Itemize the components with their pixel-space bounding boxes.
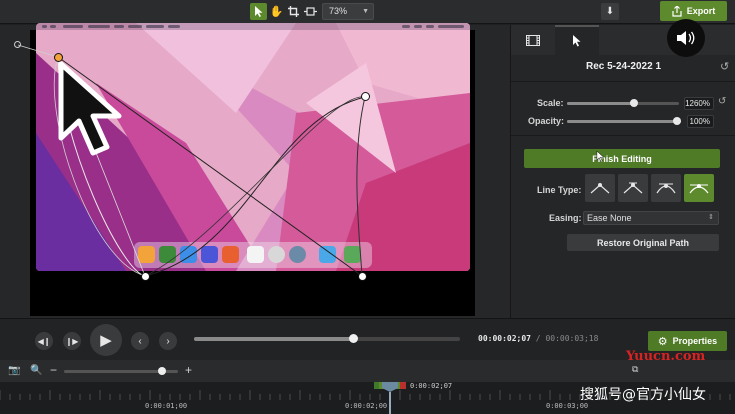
tab-visual-properties[interactable]: [511, 25, 555, 55]
step-back-icon[interactable]: ‹: [131, 332, 149, 350]
play-button[interactable]: ▶: [90, 324, 122, 356]
properties-button[interactable]: ⚙ Properties: [648, 331, 727, 351]
easing-dropdown[interactable]: Ease None ⇕: [583, 211, 719, 225]
line-straight-icon: [590, 183, 610, 194]
path-point-handle[interactable]: [361, 92, 370, 101]
range-start-handle[interactable]: [374, 382, 379, 389]
scale-value-field[interactable]: 1260%: [684, 97, 714, 110]
zoom-magnifier-icon[interactable]: 🔍: [30, 365, 42, 376]
film-icon: [526, 34, 540, 46]
scale-reset-icon[interactable]: ↺: [718, 96, 726, 107]
timeline-zoom-slider[interactable]: [64, 367, 178, 375]
properties-panel: Rec 5-24-2022 1 ↺ Scale: 1260% ↺ Opacity…: [510, 25, 735, 318]
line-curve-icon: [656, 183, 676, 194]
opacity-label: Opacity:: [528, 116, 565, 126]
playhead-time: 0:00:02;07: [410, 382, 453, 390]
timeline-toolbar: 📷 🔍 − + ⧉: [0, 360, 735, 382]
line-angle-icon: [623, 182, 643, 194]
watermark-credit: 搜狐号@官方小仙女: [580, 387, 706, 403]
easing-label: Easing:: [549, 213, 582, 223]
path-point-handle[interactable]: [141, 272, 150, 281]
restore-label: Restore Original Path: [596, 237, 690, 248]
step-forward-icon[interactable]: ›: [159, 332, 177, 350]
ruler-label: 0:00:02;00: [345, 402, 388, 410]
playhead-line: [389, 392, 391, 414]
scale-label: Scale:: [537, 98, 564, 108]
line-type-curve-button[interactable]: [651, 174, 681, 202]
playback-bar: ◀❙ ❙▶ ▶ ‹ › 00:00:02;07 / 00:00:03;18 ⚙ …: [0, 318, 735, 360]
line-type-label: Line Type:: [537, 185, 582, 195]
previous-frame-icon[interactable]: ◀❙: [35, 332, 53, 350]
bezier-handle[interactable]: [14, 41, 21, 48]
divider: [511, 81, 735, 82]
reset-icon[interactable]: ↺: [720, 60, 729, 73]
camera-icon[interactable]: 📷: [8, 365, 20, 376]
finish-editing-button[interactable]: Finish Editing: [524, 149, 720, 168]
share-icon: [672, 5, 682, 17]
zoom-in-icon[interactable]: +: [185, 363, 192, 377]
time-current: 00:00:02;07: [478, 334, 531, 343]
timecode-display: 00:00:02;07 / 00:00:03;18: [478, 334, 599, 343]
volume-icon[interactable]: [667, 19, 705, 57]
download-icon[interactable]: ⬇: [601, 3, 619, 20]
restore-original-path-button[interactable]: Restore Original Path: [567, 234, 719, 251]
export-button[interactable]: Export: [660, 1, 727, 21]
divider: [511, 135, 735, 136]
cursor-icon: [596, 151, 605, 162]
range-end-handle[interactable]: [400, 382, 406, 389]
watermark-site: Yuucn.com: [626, 349, 706, 364]
next-frame-icon[interactable]: ❙▶: [63, 332, 81, 350]
export-label: Export: [686, 6, 716, 16]
ruler-label: 0:00:01;00: [145, 402, 188, 410]
line-type-smooth-button[interactable]: [684, 174, 714, 202]
line-type-angle-button[interactable]: [618, 174, 648, 202]
properties-label: Properties: [672, 336, 718, 346]
opacity-slider[interactable]: [567, 117, 681, 125]
tab-cursor-properties[interactable]: [555, 25, 599, 55]
cursor-icon: [58, 61, 122, 156]
easing-value: Ease None: [587, 213, 632, 223]
detach-icon[interactable]: ⧉: [632, 364, 638, 375]
zoom-out-icon[interactable]: −: [50, 363, 57, 377]
line-smooth-icon: [689, 184, 709, 194]
clip-title: Rec 5-24-2022 1: [585, 61, 662, 72]
line-type-straight-button[interactable]: [585, 174, 615, 202]
cursor-tab-icon: [573, 35, 581, 47]
time-total: 00:00:03;18: [545, 334, 599, 343]
gear-icon: ⚙: [657, 335, 668, 348]
scale-slider[interactable]: [567, 99, 679, 107]
chevron-updown-icon: ⇕: [708, 214, 714, 221]
playback-scrubber[interactable]: [194, 334, 460, 343]
opacity-value-field[interactable]: 100%: [687, 115, 714, 128]
path-end-handle[interactable]: [358, 272, 367, 281]
